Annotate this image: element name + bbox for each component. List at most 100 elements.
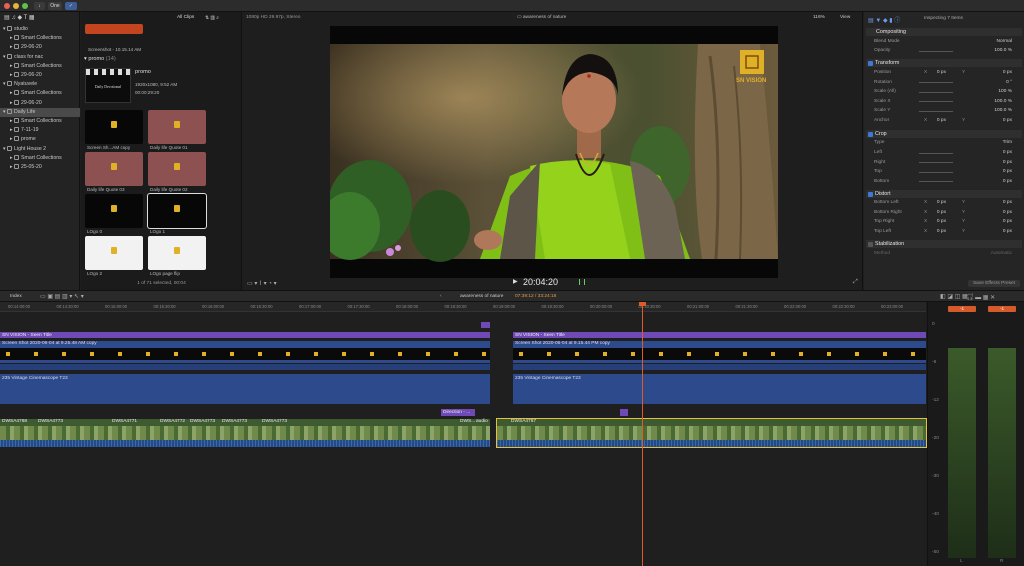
sidebar-library-item[interactable]: ▾ Daily Life: [0, 107, 80, 117]
opacity-row[interactable]: Opacity 100.0 %: [874, 47, 1020, 55]
one-button[interactable]: One: [48, 2, 62, 10]
zoom-dropdown[interactable]: 116%: [813, 15, 825, 20]
sidebar-sub-item[interactable]: ▸ Smart Collections: [0, 34, 80, 43]
primary-storyline-b[interactable]: DWSA4767: [496, 418, 927, 448]
view-dropdown[interactable]: View: [840, 15, 850, 20]
timeline-ruler[interactable]: 00:14:00:00 00:14:30:00 00:15:00:00 00:15:3…: [0, 302, 926, 312]
param-value[interactable]: 0 px: [1003, 69, 1012, 77]
param-slider[interactable]: [919, 152, 953, 154]
sidebar-sub-item[interactable]: ▸ Smart Collections: [0, 117, 80, 126]
rows-row[interactable]: Position X 0 px Y 0 px: [874, 69, 1020, 77]
param-slider[interactable]: [919, 82, 953, 83]
timeline-back-icon[interactable]: ‹: [440, 294, 442, 299]
rows-row[interactable]: Bottom 0 px: [874, 178, 1020, 186]
sidebar-library-item[interactable]: ▾ Light House 2: [0, 145, 80, 154]
rows-row[interactable]: Scale X 100.0 %: [874, 98, 1020, 106]
param-slider[interactable]: [919, 171, 953, 173]
sidebar-sub-item[interactable]: ▸ Smart Collections: [0, 89, 80, 98]
timecode-display[interactable]: 20:04:20: [523, 277, 558, 287]
clip-thumbnail[interactable]: [85, 194, 143, 228]
transform-header[interactable]: Transform: [866, 59, 1022, 67]
clip-thumbnail[interactable]: [85, 152, 143, 186]
rows-row[interactable]: Top Right X 0 px Y 0 px: [874, 218, 1020, 226]
param-value-x[interactable]: 0 px: [937, 228, 946, 236]
rows-row[interactable]: Top Left X 0 px Y 0 px: [874, 228, 1020, 236]
sidebar-sub-item[interactable]: ▸ Smart Collections: [0, 154, 80, 163]
param-value-x[interactable]: 0 px: [937, 117, 946, 125]
screenshot-clip-b[interactable]: Screen Shot 2020-06-04 at 9.15.44 PM cop…: [513, 341, 926, 363]
param-slider[interactable]: [919, 181, 953, 182]
browser-view-icons[interactable]: ⇅ ▥ ⌕: [205, 15, 219, 21]
rows-row[interactable]: Left 0 px: [874, 149, 1020, 157]
rows-row[interactable]: Bottom Right X 0 px Y 0 px: [874, 209, 1020, 217]
index-button[interactable]: Index: [10, 294, 22, 299]
clip-thumbnail[interactable]: [85, 110, 143, 144]
clip-thumbnail[interactable]: [148, 152, 206, 186]
screenshot-thumbnail[interactable]: [85, 24, 143, 34]
meter-header-icons[interactable]: 🎧 ▬ ▦ ✕: [966, 294, 995, 301]
param-slider[interactable]: [919, 101, 953, 102]
cinemascope-clip-a[interactable]: 235 Vintage Cinemascope T23: [0, 374, 490, 404]
sidebar-sub-item[interactable]: ▸ 29-06-20: [0, 71, 80, 80]
param-value[interactable]: 0 px: [1003, 117, 1012, 125]
screenshot-clip-a[interactable]: Screen Shot 2020-06-04 at 9.25.48 AM cop…: [0, 341, 490, 363]
playhead-handle[interactable]: [639, 302, 646, 306]
sidebar-sub-item[interactable]: ▸ Smart Collections: [0, 62, 80, 71]
rows-row[interactable]: Bottom Left X 0 px Y 0 px: [874, 199, 1020, 207]
param-slider[interactable]: [919, 110, 953, 112]
import-button[interactable]: ↓: [34, 2, 45, 10]
video-frame[interactable]: SN VISION: [320, 26, 778, 278]
blend-mode-row[interactable]: Blend Mode Normal: [874, 38, 1020, 46]
crop-checkbox[interactable]: [868, 131, 873, 137]
distort-header[interactable]: Distort: [866, 190, 1022, 198]
sidebar-sub-item[interactable]: ▸ prome: [0, 135, 80, 144]
primary-storyline-a[interactable]: DWSA4768 DWSA4773 DWSA4771 DWSA4772 DWSA4773…: [0, 419, 490, 447]
save-effects-preset-button[interactable]: Save Effects Preset: [968, 280, 1020, 287]
title-clip-a[interactable]: SN VISION - Seen Title: [0, 332, 490, 338]
clip-thumbnail[interactable]: [147, 193, 207, 229]
opacity-slider[interactable]: [919, 50, 953, 52]
rows-row[interactable]: Anchor X 0 px Y 0 px: [874, 117, 1020, 125]
crop-header[interactable]: Crop: [866, 130, 1022, 138]
sidebar-library-item[interactable]: ▾ Nyatuvele: [0, 80, 80, 89]
fullscreen-icon[interactable]: ⤢: [853, 279, 858, 286]
cinemascope-clip-b[interactable]: 235 Vintage Cinemascope T23: [513, 374, 926, 404]
crop-type-value[interactable]: Trim: [1003, 139, 1012, 147]
clip-thumbnail[interactable]: [148, 110, 206, 144]
rows-row[interactable]: Right 0 px: [874, 159, 1020, 167]
connected-clip-marker[interactable]: [481, 322, 490, 328]
rows-row[interactable]: Top 0 px: [874, 168, 1020, 176]
param-value[interactable]: 100.0 %: [994, 107, 1012, 115]
rows-row[interactable]: Scale (All) 100 %: [874, 88, 1020, 96]
clip-thumbnail[interactable]: [148, 236, 206, 270]
sidebar-sub-item[interactable]: ▸ 7-11-19: [0, 126, 80, 135]
opacity-value[interactable]: 100.0 %: [994, 47, 1012, 55]
param-value-x[interactable]: 0 px: [937, 209, 946, 217]
param-value-x[interactable]: 0 px: [937, 199, 946, 207]
close-window-icon[interactable]: [4, 3, 10, 9]
param-value[interactable]: 0 px: [1003, 228, 1012, 236]
clip-thumbnail[interactable]: [85, 236, 143, 270]
play-button[interactable]: ▶: [513, 278, 518, 285]
sidebar-library-item[interactable]: ▾ class for nac: [0, 53, 80, 62]
param-slider[interactable]: [919, 162, 953, 163]
sidebar-sub-item[interactable]: ▸ 25-05-20: [0, 163, 80, 172]
zoom-window-icon[interactable]: [22, 3, 28, 9]
minimize-window-icon[interactable]: [13, 3, 19, 9]
param-value[interactable]: 0 °: [1006, 79, 1012, 87]
small-purple-clip[interactable]: [620, 409, 628, 416]
sidebar-sub-item[interactable]: ▸ 29-06-20: [0, 99, 80, 108]
direction-clip[interactable]: Direction - ...: [441, 409, 475, 416]
param-value[interactable]: 0 px: [1003, 178, 1012, 186]
transform-checkbox[interactable]: [868, 60, 873, 66]
rows-row[interactable]: Scale Y 100.0 %: [874, 107, 1020, 115]
param-value[interactable]: 0 px: [1003, 149, 1012, 157]
edit-tools-icons[interactable]: ▭ ▣ ▤ ▥ ▾ ↖ ▾: [40, 293, 84, 300]
background-tasks-icon[interactable]: ✓: [65, 2, 77, 10]
rows-row[interactable]: Rotation 0 °: [874, 79, 1020, 87]
param-value[interactable]: 0 px: [1003, 199, 1012, 207]
param-value[interactable]: 0 px: [1003, 209, 1012, 217]
sidebar-toolbar-icons[interactable]: ▤ ♫ ◆ T ▦: [4, 14, 76, 22]
compositing-header[interactable]: Compositing: [866, 28, 1022, 36]
viewer-options-icons[interactable]: ▭ ▾ ⌇ ▾ ◔ ▾: [247, 280, 277, 287]
